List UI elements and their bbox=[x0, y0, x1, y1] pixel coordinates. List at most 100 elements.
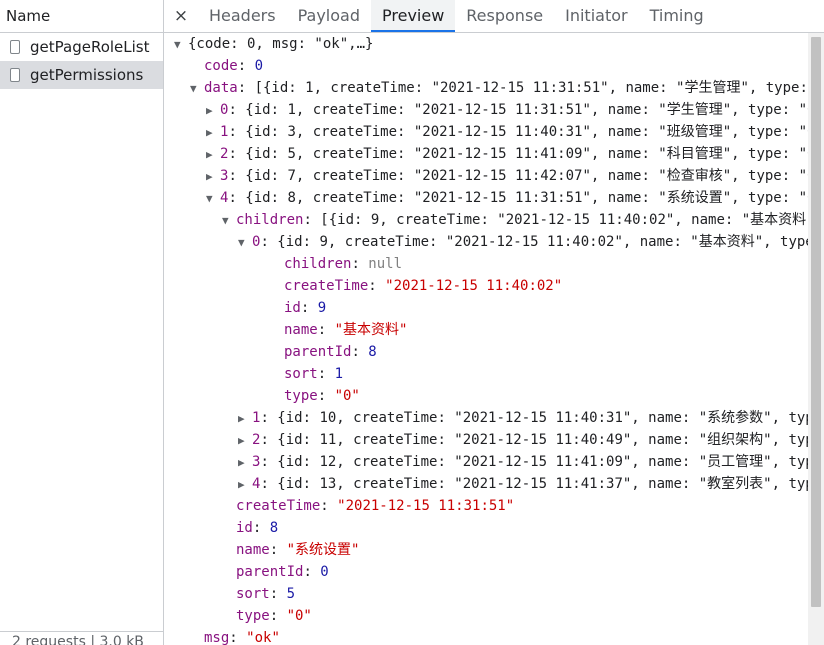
json-line: id: 8 bbox=[164, 517, 808, 539]
json-line: createTime: "2021-12-15 11:31:51" bbox=[164, 495, 808, 517]
request-row-getPermissions[interactable]: getPermissions bbox=[0, 61, 163, 89]
json-key: createTime bbox=[284, 278, 369, 294]
json-value: 8 bbox=[368, 344, 377, 360]
details-tab-bar: × Headers Payload Preview Response Initiator… bbox=[164, 0, 824, 33]
json-line: createTime: "2021-12-15 11:40:02" bbox=[164, 275, 808, 297]
expand-triangle-down-icon[interactable]: ▼ bbox=[238, 232, 252, 254]
json-text: : bbox=[317, 366, 335, 382]
json-line[interactable]: ▼ children: [{id: 9, createTime: "2021-12… bbox=[164, 209, 808, 231]
json-line[interactable]: ▶ 4: {id: 13, createTime: "2021-12-15 11:… bbox=[164, 473, 808, 495]
json-line: name: "系统设置" bbox=[164, 539, 808, 561]
json-text: : {id: 10, createTime: "2021-12-15 11:40… bbox=[260, 410, 808, 426]
name-column-header[interactable]: Name bbox=[0, 0, 163, 33]
expand-triangle-right-icon[interactable]: ▶ bbox=[238, 430, 252, 452]
json-value: "0" bbox=[286, 608, 312, 624]
json-value: "2021-12-15 11:40:02" bbox=[385, 278, 563, 294]
json-value: 8 bbox=[269, 520, 279, 536]
json-text: : bbox=[317, 388, 335, 404]
expand-triangle-right-icon[interactable]: ▶ bbox=[206, 166, 220, 188]
tab-timing[interactable]: Timing bbox=[639, 0, 715, 32]
tab-preview[interactable]: Preview bbox=[371, 0, 456, 32]
json-text: : bbox=[303, 564, 321, 580]
json-text: : [{id: 9, createTime: "2021-12-15 11:40… bbox=[303, 212, 808, 228]
json-text: : {id: 8, createTime: "2021-12-15 11:31:… bbox=[228, 190, 808, 206]
json-line[interactable]: ▶ 3: {id: 7, createTime: "2021-12-15 11:4… bbox=[164, 165, 808, 187]
json-value: "基本资料" bbox=[334, 322, 408, 338]
details-panel: × Headers Payload Preview Response Initiator… bbox=[164, 0, 824, 645]
expand-triangle-right-icon[interactable]: ▶ bbox=[206, 144, 220, 166]
scrollbar-thumb[interactable] bbox=[811, 37, 821, 607]
json-text: : bbox=[317, 322, 335, 338]
json-line: children: null bbox=[164, 253, 808, 275]
expand-triangle-down-icon[interactable]: ▼ bbox=[174, 34, 188, 56]
json-value: 0 bbox=[320, 564, 329, 580]
json-line[interactable]: ▶ 2: {id: 5, createTime: "2021-12-15 11:4… bbox=[164, 143, 808, 165]
json-value: 1 bbox=[334, 366, 344, 382]
json-key: data bbox=[204, 80, 238, 96]
json-text: : bbox=[229, 630, 247, 645]
vertical-scrollbar[interactable] bbox=[808, 33, 824, 645]
json-line: name: "基本资料" bbox=[164, 319, 808, 341]
request-list: getPageRoleList getPermissions bbox=[0, 33, 163, 89]
json-line[interactable]: ▶ 2: {id: 11, createTime: "2021-12-15 11:… bbox=[164, 429, 808, 451]
tab-response[interactable]: Response bbox=[455, 0, 554, 32]
json-key: code bbox=[204, 58, 238, 74]
close-icon[interactable]: × bbox=[164, 0, 198, 32]
json-text: : bbox=[252, 520, 270, 536]
json-line[interactable]: ▶ 3: {id: 12, createTime: "2021-12-15 11:… bbox=[164, 451, 808, 473]
json-text: : {id: 5, createTime: "2021-12-15 11:41:… bbox=[228, 146, 808, 162]
request-name: getPageRoleList bbox=[30, 38, 150, 56]
tab-headers[interactable]: Headers bbox=[198, 0, 287, 32]
json-text: : bbox=[237, 58, 255, 74]
json-text: : bbox=[269, 608, 287, 624]
expand-triangle-right-icon[interactable]: ▶ bbox=[238, 474, 252, 496]
json-text: : bbox=[320, 498, 338, 514]
json-text: : {id: 7, createTime: "2021-12-15 11:42:… bbox=[228, 168, 808, 184]
expand-triangle-down-icon[interactable]: ▼ bbox=[222, 210, 236, 232]
json-text: {code: 0, msg: "ok",…} bbox=[188, 36, 374, 52]
json-line[interactable]: ▶ 0: {id: 1, createTime: "2021-12-15 11:3… bbox=[164, 99, 808, 121]
json-text: : {id: 1, createTime: "2021-12-15 11:31:… bbox=[228, 102, 808, 118]
expand-triangle-right-icon[interactable]: ▶ bbox=[206, 100, 220, 122]
json-key: sort bbox=[284, 366, 318, 382]
status-summary: 2 requests | 3.0 kB bbox=[0, 631, 163, 645]
tab-initiator[interactable]: Initiator bbox=[554, 0, 638, 32]
json-key: name bbox=[284, 322, 318, 338]
json-line[interactable]: ▼ 0: {id: 9, createTime: "2021-12-15 11:4… bbox=[164, 231, 808, 253]
json-text: : bbox=[351, 344, 369, 360]
json-key: children bbox=[236, 212, 304, 228]
json-value: "0" bbox=[334, 388, 360, 404]
json-key: children bbox=[284, 256, 352, 272]
expand-triangle-right-icon[interactable]: ▶ bbox=[238, 408, 252, 430]
json-line[interactable]: ▼ data: [{id: 1, createTime: "2021-12-15 … bbox=[164, 77, 808, 99]
json-text: : {id: 13, createTime: "2021-12-15 11:41… bbox=[260, 476, 808, 492]
request-list-panel: Name getPageRoleList getPermissions 2 req… bbox=[0, 0, 164, 645]
json-line: sort: 5 bbox=[164, 583, 808, 605]
json-text: : bbox=[269, 586, 287, 602]
json-value: "2021-12-15 11:31:51" bbox=[337, 498, 515, 514]
tab-payload[interactable]: Payload bbox=[287, 0, 371, 32]
json-key: id bbox=[236, 520, 253, 536]
expand-triangle-down-icon[interactable]: ▼ bbox=[190, 78, 204, 100]
expand-triangle-down-icon[interactable]: ▼ bbox=[206, 188, 220, 210]
json-value: "ok" bbox=[246, 630, 280, 645]
json-line[interactable]: ▼ 4: {id: 8, createTime: "2021-12-15 11:3… bbox=[164, 187, 808, 209]
json-line[interactable]: ▼ {code: 0, msg: "ok",…} bbox=[164, 33, 808, 55]
json-line[interactable]: ▶ 1: {id: 10, createTime: "2021-12-15 11:… bbox=[164, 407, 808, 429]
request-row-getPageRoleList[interactable]: getPageRoleList bbox=[0, 33, 163, 61]
request-name: getPermissions bbox=[30, 66, 144, 84]
json-text: : bbox=[300, 300, 318, 316]
json-key: createTime bbox=[236, 498, 321, 514]
expand-triangle-right-icon[interactable]: ▶ bbox=[206, 122, 220, 144]
json-key: parentId bbox=[236, 564, 304, 580]
json-line: id: 9 bbox=[164, 297, 808, 319]
json-text: : bbox=[269, 542, 287, 558]
document-icon bbox=[10, 40, 20, 54]
json-value: 0 bbox=[254, 58, 264, 74]
json-line: parentId: 8 bbox=[164, 341, 808, 363]
json-key: sort bbox=[236, 586, 270, 602]
expand-triangle-right-icon[interactable]: ▶ bbox=[238, 452, 252, 474]
json-text: : {id: 11, createTime: "2021-12-15 11:40… bbox=[260, 432, 808, 448]
json-line: type: "0" bbox=[164, 385, 808, 407]
json-line[interactable]: ▶ 1: {id: 3, createTime: "2021-12-15 11:4… bbox=[164, 121, 808, 143]
